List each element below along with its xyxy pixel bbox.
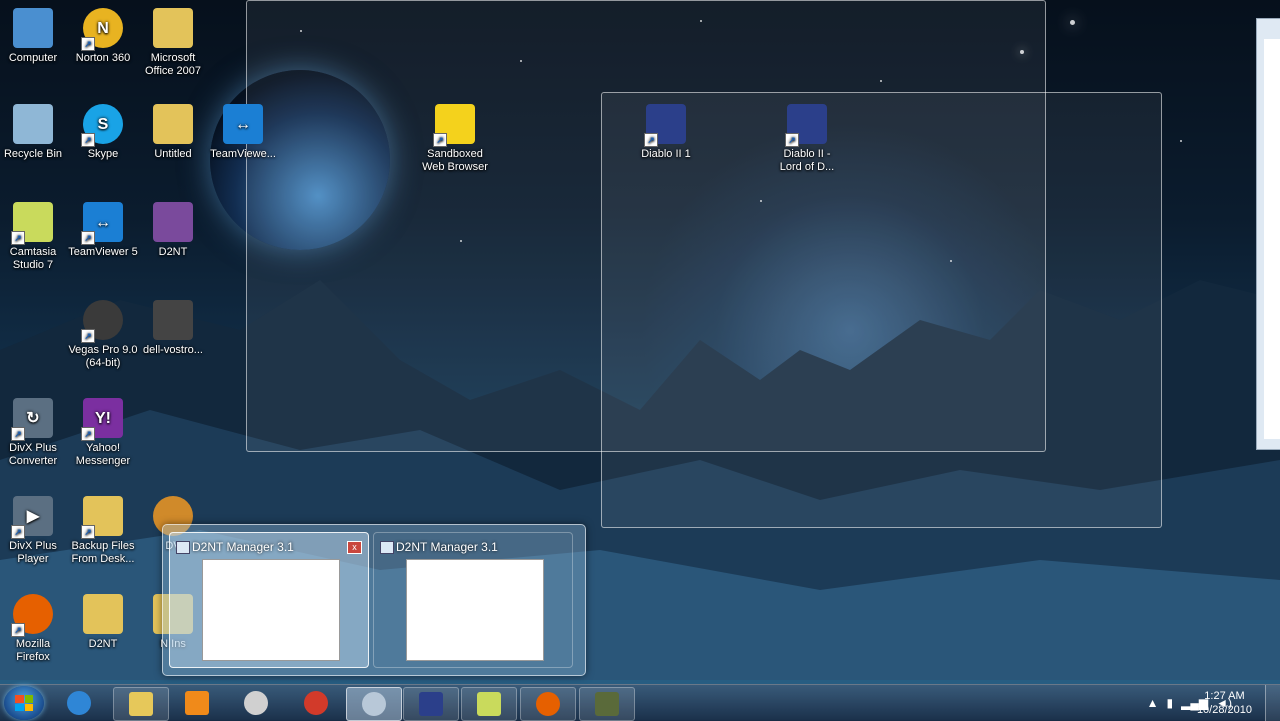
norton-icon: N ↗ bbox=[81, 8, 123, 51]
desktop-icon-d2nt-archive[interactable]: D2NT bbox=[138, 202, 208, 259]
desktop-icon-untitled-folder[interactable]: Untitled bbox=[138, 104, 208, 161]
taskbar-button-clock-app[interactable] bbox=[229, 687, 283, 719]
taskbar-button-recorder[interactable] bbox=[579, 687, 635, 721]
app-window-icon bbox=[380, 541, 394, 554]
diablo-icon: ↗ bbox=[644, 104, 686, 147]
camtasia-icon: ↗ bbox=[11, 202, 53, 245]
teamviewer-icon: ↔ ↗ bbox=[81, 202, 123, 245]
partially-visible-window[interactable] bbox=[1256, 18, 1280, 450]
power-icon[interactable]: ▮ bbox=[1167, 696, 1174, 710]
taskbar-thumbnail-popup: D2NT Manager 3.1 x D2NT Manager 3.1 bbox=[162, 524, 586, 676]
folder-icon: ↗ bbox=[81, 496, 123, 539]
camera-icon bbox=[595, 692, 619, 716]
teamviewer-icon: ↔ bbox=[223, 104, 263, 144]
desktop-icon-backup-folder[interactable]: ↗ Backup Files From Desk... bbox=[68, 496, 138, 566]
shortcut-arrow-icon: ↗ bbox=[81, 329, 95, 343]
desktop-icon-dell-vostro[interactable]: dell-vostro... bbox=[138, 300, 208, 357]
divx-player-icon: ▶ ↗ bbox=[11, 496, 53, 539]
shortcut-arrow-icon: ↗ bbox=[11, 525, 25, 539]
shortcut-arrow-icon: ↗ bbox=[433, 133, 447, 147]
shortcut-arrow-icon: ↗ bbox=[81, 133, 95, 147]
desktop-icon-teamviewer-5[interactable]: ↔ ↗ TeamViewer 5 bbox=[68, 202, 138, 259]
show-desktop-button[interactable] bbox=[1265, 685, 1280, 721]
show-hidden-icons-icon[interactable]: ▲ bbox=[1147, 696, 1159, 710]
shortcut-arrow-icon: ↗ bbox=[785, 133, 799, 147]
taskbar-button-windows-explorer[interactable] bbox=[113, 687, 169, 721]
diablo-icon bbox=[419, 692, 443, 716]
clock-time: 1:27 AM bbox=[1204, 690, 1245, 702]
window-thumbnail[interactable]: D2NT Manager 3.1 x bbox=[169, 532, 369, 668]
divx-converter-icon: ↻ ↗ bbox=[11, 398, 53, 441]
taskbar-button-diablo[interactable] bbox=[403, 687, 459, 721]
window-thumbnail[interactable]: D2NT Manager 3.1 bbox=[373, 532, 573, 668]
taskbar-button-pushpin-app[interactable] bbox=[289, 687, 343, 719]
desktop-icon-diablo-lod[interactable]: ↗ Diablo II - Lord of D... bbox=[772, 104, 842, 174]
skype-icon: S ↗ bbox=[81, 104, 123, 147]
shortcut-arrow-icon: ↗ bbox=[644, 133, 658, 147]
shortcut-arrow-icon: ↗ bbox=[11, 231, 25, 245]
yahoo-messenger-icon: Y! ↗ bbox=[81, 398, 123, 441]
explorer-folder-icon bbox=[129, 692, 153, 716]
shortcut-arrow-icon: ↗ bbox=[11, 427, 25, 441]
ie-icon bbox=[67, 691, 91, 715]
shortcut-arrow-icon: ↗ bbox=[81, 37, 95, 51]
desktop-icon-camtasia[interactable]: ↗ Camtasia Studio 7 bbox=[0, 202, 68, 272]
app-window-icon bbox=[176, 541, 190, 554]
taskbar-button-d2nt-manager[interactable] bbox=[346, 687, 402, 721]
windows-logo-icon bbox=[15, 695, 33, 711]
thumbnail-title: D2NT Manager 3.1 bbox=[396, 540, 498, 554]
taskbar-button-firefox[interactable] bbox=[520, 687, 576, 721]
close-icon[interactable]: x bbox=[347, 541, 362, 554]
taskbar-clock[interactable]: 1:27 AM 10/28/2010 bbox=[1197, 689, 1252, 717]
firefox-icon: ↗ bbox=[11, 594, 53, 637]
firefox-icon bbox=[536, 692, 560, 716]
desktop-icon-norton[interactable]: N ↗ Norton 360 bbox=[68, 8, 138, 65]
camtasia-icon bbox=[477, 692, 501, 716]
desktop-icon-d2nt-folder[interactable]: D2NT bbox=[68, 594, 138, 651]
taskbar-button-camtasia[interactable] bbox=[461, 687, 517, 721]
diablo-icon: ↗ bbox=[785, 104, 827, 147]
clock-icon bbox=[244, 691, 268, 715]
thumbnail-preview bbox=[406, 559, 544, 661]
winrar-icon bbox=[153, 202, 193, 242]
desktop-icon-vegas[interactable]: ↗ Vegas Pro 9.0 (64-bit) bbox=[68, 300, 138, 370]
desktop-icon-diablo-1[interactable]: ↗ Diablo II 1 bbox=[631, 104, 701, 161]
computer-icon bbox=[13, 8, 53, 48]
start-button[interactable] bbox=[4, 686, 44, 720]
pc-tower-icon bbox=[153, 300, 193, 340]
desktop-icon-yahoo[interactable]: Y! ↗ Yahoo! Messenger bbox=[68, 398, 138, 468]
shortcut-arrow-icon: ↗ bbox=[81, 231, 95, 245]
desktop-icon-computer[interactable]: Computer bbox=[0, 8, 68, 65]
desktop-icon-firefox[interactable]: ↗ Mozilla Firefox bbox=[0, 594, 68, 664]
taskbar: ▲ ▮ ▂▄▆ ◄) 1:27 AM 10/28/2010 bbox=[0, 684, 1280, 721]
d2nt-gear-icon bbox=[362, 692, 386, 716]
taskbar-button-media-player[interactable] bbox=[170, 687, 224, 719]
thumbnail-title: D2NT Manager 3.1 bbox=[192, 540, 294, 554]
folder-icon bbox=[153, 104, 193, 144]
desktop-icon-teamviewer[interactable]: ↔ TeamViewe... bbox=[208, 104, 278, 161]
sandboxie-icon: ↗ bbox=[433, 104, 475, 147]
desktop-icon-skype[interactable]: S ↗ Skype bbox=[68, 104, 138, 161]
thumbnail-preview bbox=[202, 559, 340, 661]
recycle-bin-icon bbox=[13, 104, 53, 144]
window-content bbox=[1264, 39, 1280, 439]
taskbar-button-internet-explorer[interactable] bbox=[52, 687, 106, 719]
folder-icon bbox=[153, 8, 193, 48]
desktop-icon-divx-player[interactable]: ▶ ↗ DivX Plus Player bbox=[0, 496, 68, 566]
desktop-icon-divx-converter[interactable]: ↻ ↗ DivX Plus Converter bbox=[0, 398, 68, 468]
shortcut-arrow-icon: ↗ bbox=[81, 427, 95, 441]
shortcut-arrow-icon: ↗ bbox=[81, 525, 95, 539]
vegas-icon: ↗ bbox=[81, 300, 123, 343]
clock-date: 10/28/2010 bbox=[1196, 704, 1252, 716]
folder-icon bbox=[83, 594, 123, 634]
desktop-icon-sandboxed-browser[interactable]: ↗ Sandboxed Web Browser bbox=[420, 104, 490, 174]
media-player-icon bbox=[185, 691, 209, 715]
desktop-icon-office-folder[interactable]: Microsoft Office 2007 bbox=[138, 8, 208, 78]
pushpin-icon bbox=[304, 691, 328, 715]
desktop-icon-recycle-bin[interactable]: Recycle Bin bbox=[0, 104, 68, 161]
shortcut-arrow-icon: ↗ bbox=[11, 623, 25, 637]
